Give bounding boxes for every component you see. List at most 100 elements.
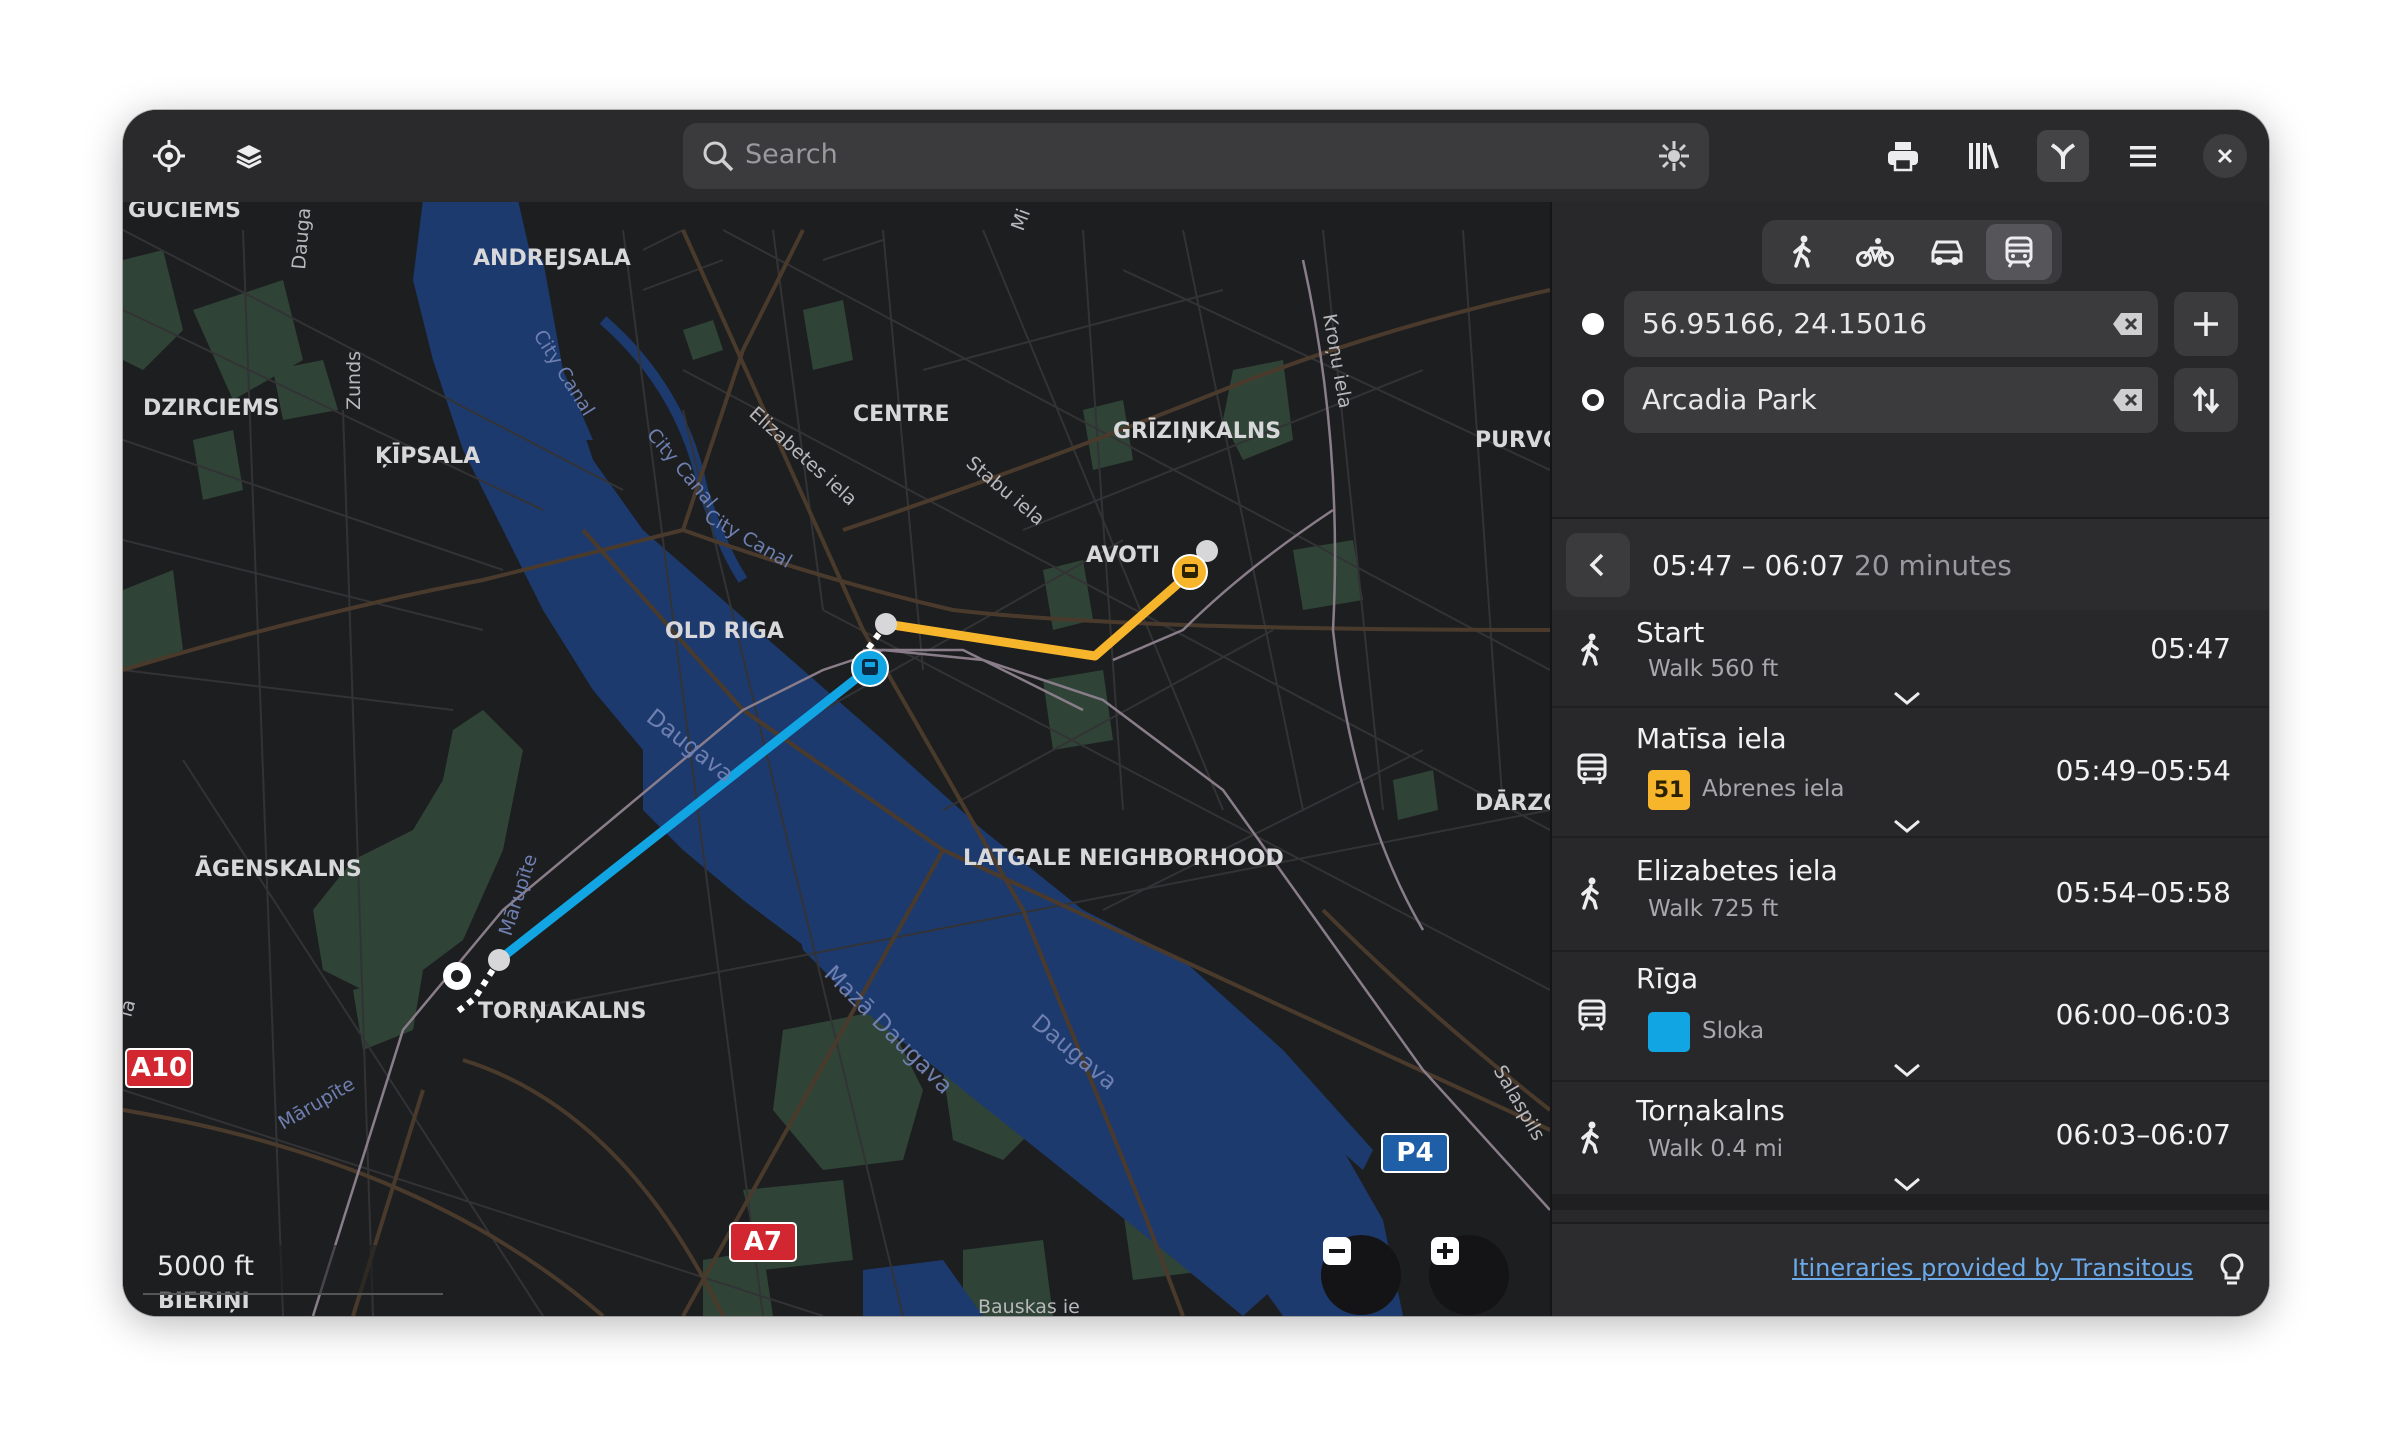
label-dauga: Dauga <box>288 207 315 271</box>
zoom-in-icon <box>1431 1237 1459 1265</box>
stop-marker[interactable] <box>875 613 897 635</box>
search-placeholder: Search <box>745 139 838 170</box>
destination-pin-icon[interactable] <box>443 962 471 990</box>
label-darzc: DĀRZC <box>1475 790 1550 816</box>
label-zunds: Zunds <box>343 351 365 410</box>
bus-stop-icon[interactable] <box>1172 554 1208 590</box>
zoom-out-button[interactable] <box>1321 1235 1401 1315</box>
route-badge-train <box>1648 1012 1690 1052</box>
label-mi: Mi <box>1007 206 1035 234</box>
map-canvas[interactable]: ANDREJSALA DZIRCIEMS ĶĪPSALA CENTRE GRĪZ… <box>123 110 1550 1316</box>
layers-button[interactable] <box>223 130 275 182</box>
clear-origin-icon[interactable] <box>2112 311 2144 337</box>
chevron-down-icon[interactable] <box>1892 818 1922 834</box>
print-button[interactable] <box>1877 130 1929 182</box>
label-centre: CENTRE <box>853 402 950 427</box>
origin-marker <box>1582 313 1604 335</box>
mode-transit-button[interactable] <box>1986 224 2052 280</box>
label-tornakalns: TORŅAKALNS <box>478 999 646 1024</box>
main-menu-button[interactable] <box>2117 130 2169 182</box>
leg-detail: Walk 0.4 mi <box>1648 1136 1784 1162</box>
leg-name: Start <box>1636 616 1705 649</box>
leg-time: 05:47 <box>2150 632 2231 665</box>
itinerary-duration: 20 minutes <box>1854 549 2012 582</box>
leg-row[interactable]: Rīga Sloka 06:00–06:03 <box>1552 952 2269 1080</box>
map-scale: 5000 ft <box>143 1245 443 1295</box>
route-sidebar: 56.95166, 24.15016 Arcadia Park 05:47 – … <box>1550 202 2269 1316</box>
itinerary-header: 05:47 – 06:07 20 minutes <box>1552 517 2269 611</box>
route-icon <box>2050 143 2076 169</box>
add-destination-button[interactable] <box>2174 292 2238 356</box>
label-dzirciems: DZIRCIEMS <box>143 396 279 421</box>
swap-icon <box>2192 386 2220 414</box>
leg-row[interactable]: Matīsa iela 51 Abrenes iela 05:49–05:54 <box>1552 708 2269 836</box>
map-scale-label: 5000 ft <box>157 1251 254 1282</box>
chevron-down-icon[interactable] <box>1892 690 1922 706</box>
label-kipsala: ĶĪPSALA <box>375 443 480 469</box>
label-old-riga: OLD RIGA <box>665 619 784 644</box>
label-purvc: PURVC <box>1475 428 1550 453</box>
search-icon <box>703 141 734 172</box>
clear-destination-icon[interactable] <box>2112 387 2144 413</box>
leg-time: 05:54–05:58 <box>2055 876 2231 909</box>
location-icon <box>153 140 185 172</box>
origin-field[interactable]: 56.95166, 24.15016 <box>1624 291 2158 357</box>
plus-icon <box>2194 312 2218 336</box>
lightbulb-icon[interactable] <box>2218 1252 2246 1288</box>
destination-field[interactable]: Arcadia Park <box>1624 367 2158 433</box>
leg-row[interactable]: Elizabetes iela Walk 725 ft 05:54–05:58 <box>1552 838 2269 950</box>
zoom-out-icon <box>1323 1237 1351 1265</box>
back-button[interactable] <box>1566 533 1630 597</box>
header-bar: Search <box>123 110 2269 202</box>
swap-endpoints-button[interactable] <box>2174 368 2238 432</box>
road-shield-a7: A7 <box>729 1222 797 1262</box>
sidebar-footer: Itineraries provided by Transitous <box>1552 1222 2269 1316</box>
close-window-button[interactable] <box>2203 134 2247 178</box>
route-planner-button[interactable] <box>2037 130 2089 182</box>
leg-row[interactable]: Torņakalns Walk 0.4 mi 06:03–06:07 <box>1552 1082 2269 1194</box>
destination-value: Arcadia Park <box>1642 383 1817 416</box>
mode-car-button[interactable] <box>1914 224 1980 280</box>
mode-walk-button[interactable] <box>1770 224 1836 280</box>
train-stop-icon[interactable] <box>851 649 889 687</box>
mode-bike-button[interactable] <box>1842 224 1908 280</box>
chevron-down-icon[interactable] <box>1892 1176 1922 1192</box>
transport-mode-switcher <box>1762 220 2062 284</box>
search-field[interactable]: Search <box>683 123 1709 189</box>
leg-time: 05:49–05:54 <box>2055 754 2231 787</box>
leg-time: 06:03–06:07 <box>2055 1118 2231 1151</box>
walk-icon <box>1581 633 1599 666</box>
leg-detail: Sloka <box>1702 1018 1765 1044</box>
label-marupite-2: Mārupīte <box>275 1073 359 1134</box>
maps-window: ANDREJSALA DZIRCIEMS ĶĪPSALA CENTRE GRĪZ… <box>123 110 2269 1316</box>
label-la: la <box>123 997 140 1019</box>
label-avoti: AVOTI <box>1086 543 1160 568</box>
leg-row[interactable]: Start Walk 560 ft 05:47 <box>1552 610 2269 706</box>
map-view[interactable]: ANDREJSALA DZIRCIEMS ĶĪPSALA CENTRE GRĪZ… <box>123 110 1550 1316</box>
explore-icon[interactable] <box>1657 139 1691 173</box>
road-shield-p4: P4 <box>1381 1133 1449 1173</box>
leg-name: Elizabetes iela <box>1636 854 1838 887</box>
hamburger-menu-icon <box>2130 146 2156 167</box>
zoom-in-button[interactable] <box>1429 1235 1509 1315</box>
chevron-left-icon <box>1589 553 1604 577</box>
label-grizinkalns: GRĪZIŅKALNS <box>1113 418 1281 444</box>
bus-icon <box>1577 753 1607 784</box>
itinerary-legs-list: Start Walk 560 ft 05:47 Matīsa iela 51 A… <box>1552 610 2269 1210</box>
label-andrejsala: ANDREJSALA <box>473 246 631 271</box>
route-badge-51: 51 <box>1648 770 1690 810</box>
locate-button[interactable] <box>143 130 195 182</box>
destination-marker <box>1582 389 1604 411</box>
transitous-credit-link[interactable]: Itineraries provided by Transitous <box>1792 1254 2193 1282</box>
stop-marker[interactable] <box>488 949 510 971</box>
library-icon <box>1969 143 1999 169</box>
library-button[interactable] <box>1957 130 2009 182</box>
walk-icon <box>1581 1121 1599 1154</box>
leg-name: Matīsa iela <box>1636 722 1787 755</box>
train-icon <box>1578 999 1606 1031</box>
leg-detail: Abrenes iela <box>1702 776 1845 802</box>
chevron-down-icon[interactable] <box>1892 1062 1922 1078</box>
road-shield-a10: A10 <box>125 1048 193 1088</box>
leg-detail: Walk 725 ft <box>1648 896 1779 922</box>
label-latgale: LATGALE NEIGHBORHOOD <box>963 846 1284 871</box>
